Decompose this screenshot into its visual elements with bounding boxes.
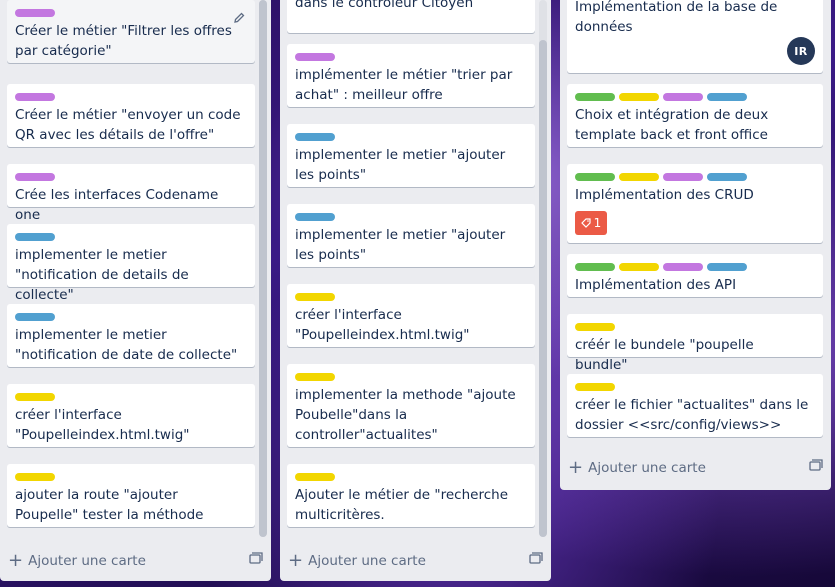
list-2-cards: implementer la methode afficher dans le … (280, 0, 551, 537)
label-yellow[interactable] (619, 263, 659, 271)
scroll-thumb[interactable] (259, 0, 267, 537)
card-1-4[interactable]: implementer le metier "notification de d… (7, 224, 255, 303)
card-title: Ajouter le métier de "recherche multicri… (295, 487, 508, 523)
card-template-icon[interactable] (529, 552, 543, 564)
list-1-footer: + Ajouter une carte (0, 544, 271, 576)
card-2-3[interactable]: implementer le metier "ajouter les point… (287, 124, 535, 187)
card-2-2[interactable]: implémenter le métier "trier par achat" … (287, 44, 535, 107)
card-3-2[interactable]: Choix et intégration de deux template ba… (567, 84, 823, 147)
plus-icon: + (8, 550, 24, 571)
list-1: Créer le métier "Filtrer les offres par … (0, 0, 271, 581)
card-2-6[interactable]: implementer la methode "ajoute Poubelle"… (287, 364, 535, 447)
add-card-button[interactable]: + Ajouter une carte (288, 550, 426, 572)
list-2: implementer la methode afficher dans le … (280, 0, 551, 581)
card-2-7[interactable]: Ajouter le métier de "recherche multicri… (287, 464, 535, 527)
card-title: implementer le metier "notification de d… (15, 327, 238, 363)
label-yellow[interactable] (619, 173, 659, 181)
card-3-6[interactable]: créer le fichier "actualites" dans le do… (567, 374, 823, 437)
add-card-label: Ajouter une carte (308, 553, 426, 569)
tag-icon (580, 218, 591, 228)
label-blue[interactable] (295, 133, 335, 141)
label-yellow[interactable] (15, 473, 55, 481)
list-3-footer: + Ajouter une carte (560, 451, 831, 483)
card-title: implementer le metier "notification de d… (15, 247, 189, 303)
label-blue[interactable] (707, 173, 747, 181)
plus-icon: + (568, 457, 584, 478)
add-card-button[interactable]: + Ajouter une carte (568, 457, 706, 479)
card-1-1[interactable]: Créer le métier "Filtrer les offres par … (7, 0, 255, 63)
card-3-3[interactable]: Implémentation des CRUD 1 (567, 164, 823, 243)
plus-icon: + (288, 550, 304, 571)
card-title: créer le fichier "actualites" dans le do… (575, 397, 809, 433)
card-title: Implémentation des API (575, 277, 737, 293)
label-yellow[interactable] (575, 383, 615, 391)
card-title: créer l'interface "Poupelleindex.html.tw… (295, 307, 470, 343)
label-purple[interactable] (15, 173, 55, 181)
list-3: Implémentation de la base de données IR … (560, 0, 831, 490)
label-yellow[interactable] (295, 473, 335, 481)
card-2-4[interactable]: implementer le metier "ajouter les point… (287, 204, 535, 267)
card-title: Implémentation des CRUD (575, 187, 754, 203)
card-title: implementer le metier "ajouter les point… (295, 227, 506, 263)
card-3-1[interactable]: Implémentation de la base de données IR (567, 0, 823, 73)
card-title: Créer le métier "Filtrer les offres par … (15, 23, 232, 59)
add-card-label: Ajouter une carte (588, 460, 706, 476)
card-title: créer l'interface "Poupelleindex.html.tw… (15, 407, 190, 443)
list-3-cards: Implémentation de la base de données IR … (560, 0, 831, 445)
label-blue[interactable] (707, 93, 747, 101)
card-2-5[interactable]: créer l'interface "Poupelleindex.html.tw… (287, 284, 535, 347)
label-purple[interactable] (663, 263, 703, 271)
label-blue[interactable] (295, 213, 335, 221)
add-card-label: Ajouter une carte (28, 553, 146, 569)
card-title: implémenter le métier "trier par achat" … (295, 67, 513, 103)
card-1-3[interactable]: Crée les interfaces Codename one (7, 164, 255, 223)
due-badge[interactable]: 1 (575, 211, 607, 235)
card-title: Crée les interfaces Codename one (15, 187, 219, 223)
card-title: Implémentation de la base de données (575, 0, 778, 35)
label-purple[interactable] (663, 93, 703, 101)
list-1-scrollbar[interactable] (259, 0, 267, 537)
card-template-icon[interactable] (809, 459, 823, 471)
label-yellow[interactable] (619, 93, 659, 101)
card-template-icon[interactable] (249, 552, 263, 564)
label-green[interactable] (575, 93, 615, 101)
avatar[interactable]: IR (787, 37, 815, 65)
card-title: créér le bundele "poupelle bundle" (575, 337, 754, 373)
label-yellow[interactable] (15, 393, 55, 401)
scroll-thumb[interactable] (539, 40, 547, 537)
label-green[interactable] (575, 173, 615, 181)
card-2-1[interactable]: implementer la methode afficher dans le … (287, 0, 535, 33)
list-2-footer: + Ajouter une carte (280, 544, 551, 576)
card-1-6[interactable]: créer l'interface "Poupelleindex.html.tw… (7, 384, 255, 447)
label-purple[interactable] (663, 173, 703, 181)
label-purple[interactable] (15, 9, 55, 17)
card-title: Créer le métier "envoyer un code QR avec… (15, 107, 241, 143)
label-yellow[interactable] (295, 293, 335, 301)
card-3-5[interactable]: créér le bundele "poupelle bundle" (567, 314, 823, 373)
list-1-cards: Créer le métier "Filtrer les offres par … (0, 0, 271, 537)
label-blue[interactable] (15, 313, 55, 321)
label-green[interactable] (575, 263, 615, 271)
card-1-5[interactable]: implementer le metier "notification de d… (7, 304, 255, 367)
add-card-button[interactable]: + Ajouter une carte (8, 550, 146, 572)
card-title: implementer la methode afficher dans le … (295, 0, 474, 11)
label-purple[interactable] (15, 93, 55, 101)
label-purple[interactable] (295, 53, 335, 61)
card-title: implementer le metier "ajouter les point… (295, 147, 506, 183)
card-title: implementer la methode "ajoute Poubelle"… (295, 387, 516, 443)
badge-count: 1 (593, 216, 602, 230)
list-2-scrollbar[interactable] (539, 0, 547, 537)
card-title: ajouter la route "ajouter Poupelle" test… (15, 487, 204, 523)
card-title: Choix et intégration de deux template ba… (575, 107, 769, 143)
card-1-2[interactable]: Créer le métier "envoyer un code QR avec… (7, 84, 255, 147)
label-yellow[interactable] (295, 373, 335, 381)
card-3-4[interactable]: Implémentation des API (567, 254, 823, 297)
label-yellow[interactable] (575, 323, 615, 331)
label-blue[interactable] (15, 233, 55, 241)
label-blue[interactable] (707, 263, 747, 271)
card-1-7[interactable]: ajouter la route "ajouter Poupelle" test… (7, 464, 255, 527)
